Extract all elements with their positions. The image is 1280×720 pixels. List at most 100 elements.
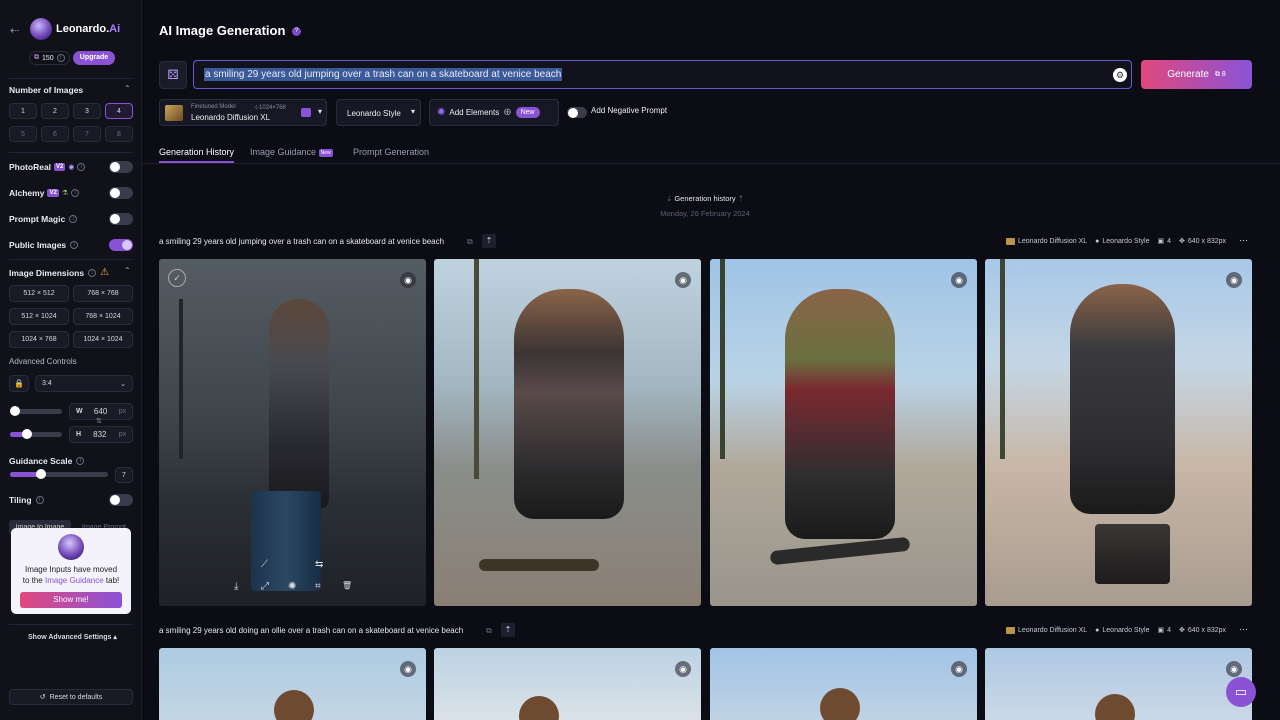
info-icon: i — [35, 496, 44, 504]
dim-768x768[interactable]: 768 × 768 — [73, 285, 133, 302]
show-advanced-settings[interactable]: Show Advanced Settings ▴ — [28, 633, 117, 641]
eye-icon[interactable]: ◉ — [675, 272, 691, 288]
info-icon: i — [69, 215, 78, 223]
meta-count-value: 4 — [1167, 626, 1172, 634]
num-option-3[interactable]: 3 — [73, 103, 101, 119]
generated-image-7[interactable]: ◉ — [710, 648, 977, 720]
num-images-label: Number of Images — [9, 85, 84, 95]
num-option-5[interactable]: 5 — [9, 126, 37, 142]
download-icon[interactable]: ⤓ — [234, 581, 238, 592]
skater-head — [820, 688, 860, 720]
sidebar: ⇠ Leonardo.Ai ⧉ 150 i Upgrade Number of … — [0, 0, 142, 720]
eye-icon[interactable]: ◉ — [1226, 661, 1242, 677]
height-field[interactable]: H 832 px — [69, 426, 133, 443]
tab-generation-history[interactable]: Generation History — [159, 147, 234, 157]
width-slider[interactable] — [10, 406, 62, 416]
chevron-up-icon[interactable]: ⌃ — [124, 84, 131, 93]
tab-image-guidance[interactable]: Image Guidance New — [250, 147, 333, 157]
photoreal-toggle[interactable] — [109, 161, 133, 173]
eye-icon[interactable]: ◉ — [400, 661, 416, 677]
copy-prompt-icon[interactable]: ⧉ — [486, 626, 492, 636]
model-selector[interactable]: Finetuned Model ⊹1024×768 Leonardo Diffu… — [159, 99, 327, 126]
select-check-icon[interactable]: ✓ — [168, 269, 186, 287]
reset-defaults-button[interactable]: ↺ Reset to defaults — [9, 689, 133, 705]
skateboard-illustration — [769, 536, 911, 566]
generated-image-4[interactable]: ◉ — [985, 259, 1252, 606]
eye-icon[interactable]: ◉ — [675, 661, 691, 677]
dim-512x512[interactable]: 512 × 512 — [9, 285, 69, 302]
flip-icon[interactable]: ⇆ — [315, 559, 323, 570]
reuse-prompt-button[interactable]: ⇡ — [501, 623, 515, 637]
guidance-slider[interactable] — [10, 469, 108, 479]
generated-image-1[interactable]: ✓ ◉ ⟋ ⇆ ⤓ ⤢ ✺ ⌗ 🗑 — [159, 259, 426, 606]
num-option-2[interactable]: 2 — [41, 103, 69, 119]
dim-1024x1024[interactable]: 1024 × 1024 — [73, 331, 133, 348]
public-images-label: Public Images — [9, 240, 67, 250]
eye-icon[interactable]: ◉ — [951, 661, 967, 677]
sort-icon: ⇣ — [665, 194, 673, 203]
num-option-7[interactable]: 7 — [73, 126, 101, 142]
more-options-icon[interactable]: ⋯ — [1239, 624, 1248, 635]
edit-canvas-icon[interactable]: ✺ — [288, 581, 296, 592]
swap-dimensions-icon[interactable]: ⇅ — [96, 417, 102, 425]
delete-icon[interactable]: 🗑 — [342, 581, 352, 590]
style-selector[interactable]: Leonardo Style ▾ — [336, 99, 421, 126]
history-date: Monday, 26 February 2024 — [660, 209, 750, 218]
eye-icon[interactable]: ◉ — [951, 272, 967, 288]
alchemy-label: Alchemy — [9, 188, 45, 198]
skater-figure — [785, 289, 895, 539]
crop-icon[interactable]: ⌗ — [315, 581, 321, 592]
meta-model-name: Leonardo Diffusion XL — [1018, 626, 1088, 634]
random-prompt-button[interactable]: ⚄ — [159, 61, 187, 89]
prompt-magic-label: Prompt Magic — [9, 214, 66, 224]
generated-image-8[interactable]: ◉ — [985, 648, 1252, 720]
height-slider[interactable] — [10, 429, 62, 439]
help-icon[interactable]: ? — [292, 27, 301, 36]
dim-1024x768[interactable]: 1024 × 768 — [9, 331, 69, 348]
upgrade-button[interactable]: Upgrade — [73, 51, 115, 65]
generated-image-5[interactable]: ◉ — [159, 648, 426, 720]
eye-icon[interactable]: ◉ — [1226, 272, 1242, 288]
guidance-scale-label: Guidance Scale — [9, 456, 73, 466]
generation-prompt: a smiling 29 years old jumping over a tr… — [159, 237, 445, 246]
lock-aspect-button[interactable]: 🔒 — [9, 375, 29, 392]
num-option-8[interactable]: 8 — [105, 126, 133, 142]
alchemy-toggle[interactable] — [109, 187, 133, 199]
tab-prompt-generation[interactable]: Prompt Generation — [353, 147, 429, 157]
model-name: Leonardo Diffusion XL — [191, 113, 271, 122]
num-option-4[interactable]: 4 — [105, 103, 133, 119]
negative-prompt-toggle[interactable] — [567, 107, 587, 118]
prompt-input[interactable]: a smiling 29 years old jumping over a tr… — [193, 60, 1132, 89]
guidance-value[interactable]: 7 — [115, 467, 133, 483]
reset-label: Reset to defaults — [49, 693, 103, 701]
chat-support-button[interactable]: ▭ — [1226, 677, 1256, 707]
generate-button[interactable]: Generate ⧉ 8 — [1141, 60, 1252, 89]
show-me-button[interactable]: Show me! — [20, 592, 122, 608]
popup-guidance-link[interactable]: Image Guidance — [45, 576, 104, 585]
copy-prompt-icon[interactable]: ⧉ — [467, 237, 473, 247]
more-options-icon[interactable]: ⋯ — [1239, 235, 1248, 246]
generated-image-6[interactable]: ◉ — [434, 648, 701, 720]
num-option-1[interactable]: 1 — [9, 103, 37, 119]
upscale-icon[interactable]: ⤢ — [261, 581, 269, 592]
dim-768x1024[interactable]: 768 × 1024 — [73, 308, 133, 325]
prompt-settings-icon[interactable]: ⚙ — [1113, 68, 1127, 82]
dim-512x1024[interactable]: 512 × 1024 — [9, 308, 69, 325]
generated-image-3[interactable]: ◉ — [710, 259, 977, 606]
chevron-up-icon[interactable]: ⌃ — [124, 266, 131, 275]
px-unit: px — [118, 408, 126, 415]
generated-image-2[interactable]: ◉ — [434, 259, 701, 606]
aspect-ratio-select[interactable]: 3:4 ⌄ — [35, 375, 133, 392]
tiling-toggle[interactable] — [109, 494, 133, 506]
reuse-prompt-button[interactable]: ⇡ — [482, 234, 496, 248]
back-arrow-icon[interactable]: ⇠ — [10, 24, 19, 37]
popup-avatar — [58, 534, 84, 560]
prompt-magic-toggle[interactable] — [109, 213, 133, 225]
public-images-toggle[interactable] — [109, 239, 133, 251]
eye-icon[interactable]: ◉ — [400, 272, 416, 288]
skater-figure — [514, 289, 624, 519]
meta-size: ✥ 640 x 832px — [1179, 626, 1226, 635]
num-option-6[interactable]: 6 — [41, 126, 69, 142]
add-elements-button[interactable]: ✺ Add Elements ⊕ New — [429, 99, 559, 126]
remove-bg-icon[interactable]: ⟋ — [261, 559, 268, 570]
